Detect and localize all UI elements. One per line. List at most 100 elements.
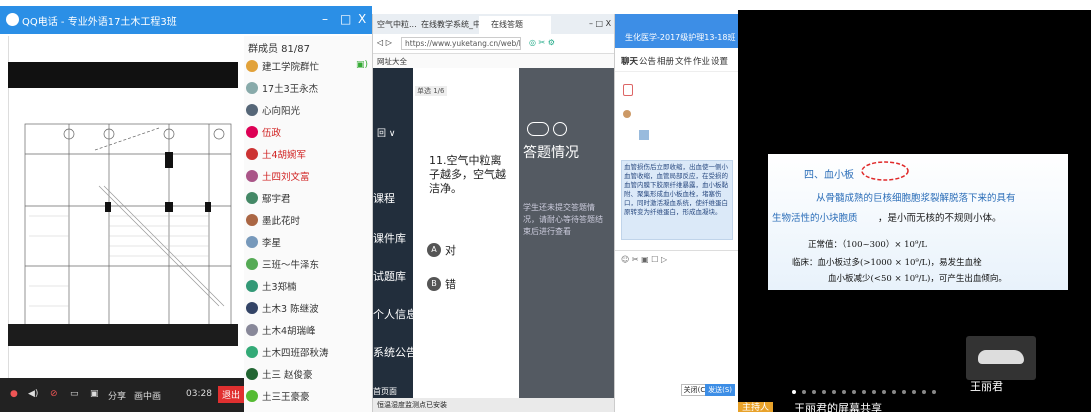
bookmark-item[interactable]: 网址大全 [377, 56, 407, 67]
share-footer: 主持人 王丽君的屏幕共享 [738, 402, 1091, 412]
presentation-slide: 四、血小板 从骨髓成熟的巨核细胞胞浆裂解脱落下来的具有 生物活性的小块胞质 ，是… [768, 154, 1068, 290]
member-item[interactable]: 三班～牛泽东 [246, 254, 319, 274]
call-timer: 03:28 [186, 389, 212, 399]
tab-settings[interactable]: 设置 [711, 55, 728, 67]
avatar [246, 104, 258, 116]
chat-message: 血管损伤后立即收缩，出血使一侧小血管收缩，血管局部反应，在受损的血管内膜下胶原纤… [621, 160, 733, 240]
minimize-button[interactable]: – [322, 12, 328, 26]
send-button[interactable]: 发送(S) [705, 384, 735, 396]
option-letter: A [427, 243, 441, 257]
slide-normal-value: 正常值：（100~300）× 10⁹/L [808, 240, 927, 250]
maximize-button[interactable]: □ [340, 12, 351, 26]
host-badge: 主持人 [738, 402, 774, 412]
browser-window: 空气中粒... 在线教学系统_中国智能 在线答题 – □ X ◁ ▷ https… [372, 14, 614, 412]
slide-line: ，是小而无核的不规则小体。 [878, 213, 1002, 224]
member-item[interactable]: 土四刘文富 [246, 166, 310, 186]
chat-header: 生化医学-2017级护理13-18班 [615, 14, 738, 48]
status-text: 恒温湿度监测点已安装 [377, 401, 447, 409]
share-button[interactable]: 分享 [108, 389, 126, 402]
member-item[interactable]: 土三王豪豪 [246, 386, 310, 406]
panel-buttons [527, 122, 567, 139]
avatar [246, 170, 258, 182]
option-text: 对 [445, 244, 456, 257]
member-item[interactable]: 鄢宇君 [246, 188, 291, 208]
avatar [246, 148, 258, 160]
close-button[interactable]: X [358, 12, 366, 26]
member-item[interactable]: 土3郑楠 [246, 276, 297, 296]
member-item[interactable]: 17土3王永杰 [246, 78, 318, 98]
member-item[interactable]: 土木3 陈继波 [246, 298, 319, 318]
member-item[interactable]: 心向阳光 [246, 100, 300, 120]
image-icon[interactable] [639, 130, 649, 140]
close-circle-icon[interactable] [552, 122, 567, 136]
member-item[interactable]: 土木四班邵秋涛 [246, 342, 329, 362]
emoji-icon[interactable]: ☺ ✂ ▣ ☐ ▷ [621, 255, 667, 264]
screen-icon[interactable]: ▭ [70, 389, 79, 399]
tab-3[interactable]: 在线答题 [491, 19, 523, 30]
qq-window-title: QQ电话 - 专业外语17土木工程3班 [22, 17, 177, 28]
mic-icon[interactable]: ● [10, 389, 18, 399]
picture-in-picture-button[interactable]: 画中画 [134, 389, 161, 402]
member-item[interactable]: 建工学院群忙 [246, 56, 319, 76]
nav-item[interactable]: 系统公告 [373, 344, 417, 360]
extension-icon[interactable]: ◎ ✂ ⚙ [529, 38, 555, 47]
chat-title: 生化医学-2017级护理13-18班 [625, 33, 736, 42]
tab-files[interactable]: 文件 [675, 55, 692, 67]
car-image [978, 350, 1024, 364]
camera-icon[interactable]: ⊘ [50, 389, 58, 399]
question-card [413, 82, 517, 398]
member-item[interactable]: 土木4胡瑞峰 [246, 320, 316, 340]
question-text: 11.空气中粒离子越多，空气越洁净。 [429, 154, 506, 195]
slide-line: 从骨髓成熟的巨核细胞胞浆裂解脱落下来的具有 [816, 193, 1016, 204]
screen-share-view: 四、血小板 从骨髓成熟的巨核细胞胞浆裂解脱落下来的具有 生物活性的小块胞质 ，是… [738, 10, 1091, 412]
nav-item[interactable]: 课件库 [373, 230, 406, 246]
course-sidebar: 回 ∨ 课程 课件库 试题库 个人信息 系统公告 首页面 [373, 68, 417, 412]
avatar [246, 390, 258, 402]
nav-item[interactable]: 个人信息 [373, 306, 417, 322]
browser-tabs: 空气中粒... 在线教学系统_中国智能 在线答题 – □ X [373, 14, 614, 34]
avatar [246, 126, 258, 138]
slide-clinical: 血小板减少(<50 × 10⁹/L)，可产生出血倾向。 [828, 274, 1007, 284]
bookmark-bar: 网址大全 [373, 54, 614, 68]
member-count: 群成员 81/87 [248, 44, 310, 55]
back-icon[interactable]: ◁ ▷ [377, 38, 392, 47]
avatar [246, 302, 258, 314]
tab-chat[interactable]: 聊天 [621, 55, 638, 67]
question-number: 单选 1/6 [415, 86, 447, 96]
url-field[interactable]: https://www.yuketang.cn/web/had [401, 37, 521, 50]
share-icon[interactable]: ▣ [90, 389, 99, 399]
nav-item[interactable]: 课程 [373, 190, 395, 206]
qq-logo-icon [6, 13, 19, 26]
nav-item[interactable]: 回 ∨ [377, 126, 395, 139]
tab-announcement[interactable]: 公告 [639, 55, 656, 67]
member-item[interactable]: 墨此花时 [246, 210, 300, 230]
member-item[interactable]: 李星 [246, 232, 281, 252]
option-a[interactable]: A 对 [427, 242, 456, 258]
nav-item[interactable]: 试题库 [373, 268, 406, 284]
address-bar: ◁ ▷ https://www.yuketang.cn/web/had ◎ ✂ … [373, 34, 614, 54]
tab-homework[interactable]: 作业 [693, 55, 710, 67]
answer-status-panel: 答题情况 学生还未提交答题情况，请耐心等待答题结束后进行查看 [519, 68, 614, 398]
qq-class-window: QQ电话 - 专业外语17土木工程3班 – □ X 群成员 81/87 建工学院… [0, 6, 372, 412]
member-item[interactable]: 土三 赵俊豪 [246, 364, 313, 384]
option-b[interactable]: B 错 [427, 276, 456, 292]
avatar [246, 280, 258, 292]
window-controls-icon[interactable]: – □ X [589, 19, 611, 28]
toggle-icon[interactable] [527, 122, 549, 136]
presenter-camera[interactable] [966, 336, 1036, 380]
page-dots[interactable] [792, 384, 942, 397]
avatar [246, 324, 258, 336]
nav-item[interactable]: 首页面 [373, 386, 397, 397]
file-icon[interactable] [623, 84, 633, 96]
share-label: 王丽君的屏幕共享 [794, 402, 882, 412]
avatar [246, 60, 258, 72]
member-item[interactable]: 伍政 [246, 122, 281, 142]
speaker-icon[interactable]: ◀) [28, 389, 38, 399]
message-input[interactable]: ☺ ✂ ▣ ☐ ▷ 关闭(C) 发送(S) [615, 250, 738, 400]
member-item[interactable]: 土4胡婉军 [246, 144, 306, 164]
tab-album[interactable]: 相册 [657, 55, 674, 67]
avatar [246, 192, 258, 204]
group-chat-window: 生化医学-2017级护理13-18班 聊天 公告 相册 文件 作业 设置 血管损… [614, 14, 738, 412]
tab-1[interactable]: 空气中粒... [377, 19, 417, 30]
exit-button[interactable]: 退出 [218, 386, 244, 403]
